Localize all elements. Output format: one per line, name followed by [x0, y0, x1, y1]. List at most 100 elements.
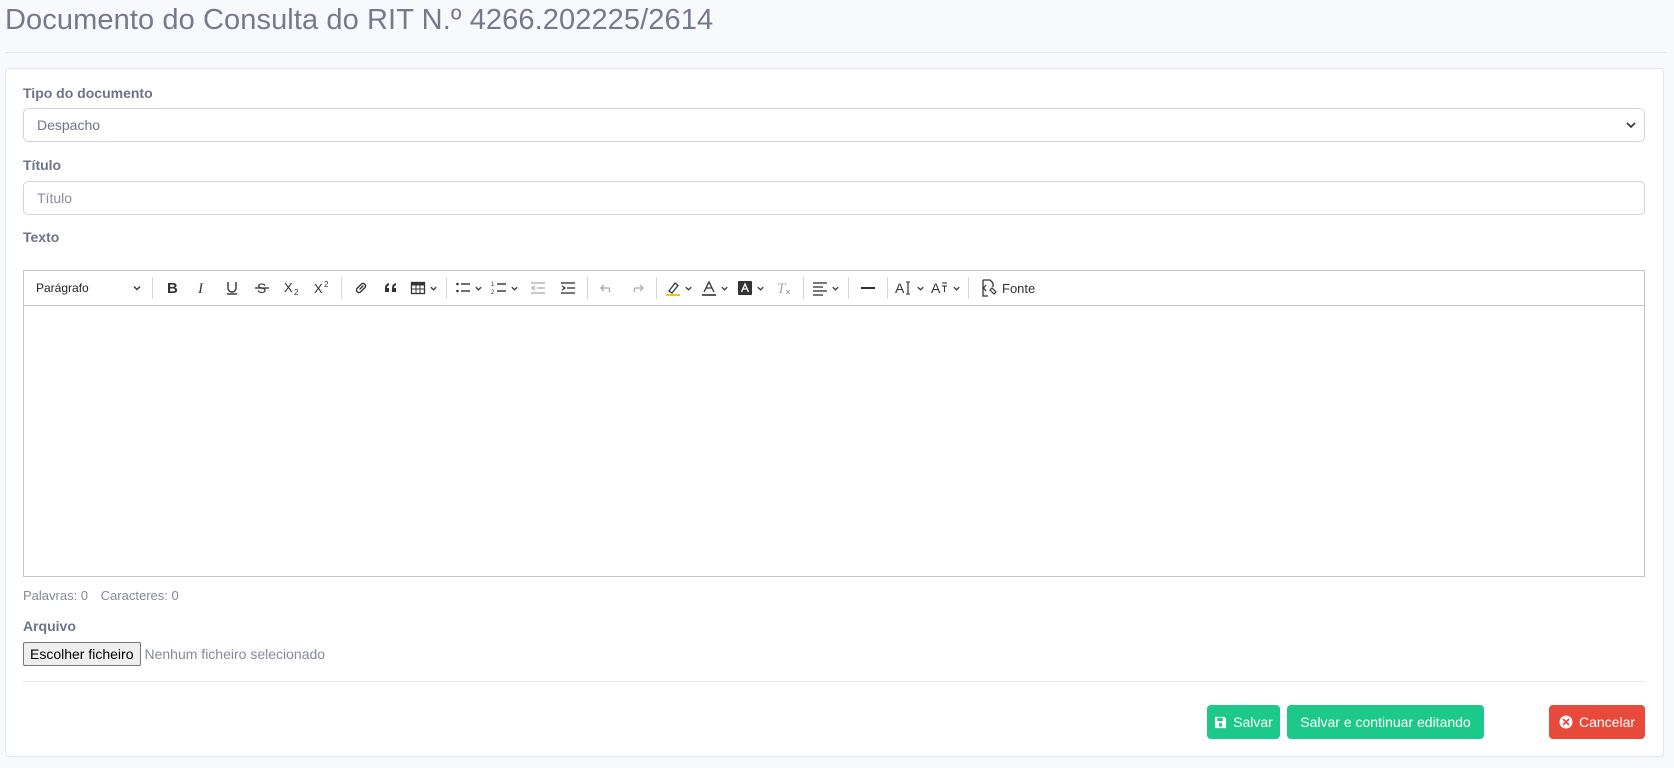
editor-content-area[interactable]: [24, 306, 1644, 577]
texto-label: Texto: [23, 229, 60, 245]
chevron-down-icon: [721, 286, 728, 291]
strikethrough-icon: S: [255, 280, 269, 296]
source-button[interactable]: Fonte: [973, 274, 1041, 302]
save-button-label: Salvar: [1233, 714, 1273, 730]
toolbar-separator: [446, 277, 447, 299]
chevron-down-icon: [511, 286, 518, 291]
word-count: Palavras: 0 Caracteres: 0: [23, 588, 179, 603]
page-title: Documento do Consulta do RIT N.º 4266.20…: [5, 4, 714, 36]
remove-format-button[interactable]: T: [769, 274, 799, 302]
link-button[interactable]: [346, 274, 376, 302]
font-background-color-icon: [738, 281, 752, 295]
arquivo-label: Arquivo: [23, 618, 76, 634]
titulo-input[interactable]: Título: [23, 181, 1645, 215]
toolbar-separator: [803, 277, 804, 299]
editor-toolbar: Parágrafo B I S X2 X2 1 2 T A A Fonte: [24, 271, 1644, 306]
bulleted-list-button[interactable]: [451, 274, 487, 302]
font-background-color-button[interactable]: [733, 274, 769, 302]
superscript-icon: X2: [314, 280, 329, 296]
bulleted-list-icon: [456, 282, 470, 293]
superscript-button[interactable]: X2: [307, 274, 337, 302]
horizontal-line-button[interactable]: [853, 274, 883, 302]
table-icon: [410, 281, 426, 295]
word-count-chars: Caracteres: 0: [100, 588, 179, 603]
svg-text:B: B: [167, 280, 178, 296]
file-input: Escolher ficheiro Nenhum ficheiro seleci…: [23, 642, 325, 666]
subscript-button[interactable]: X2: [277, 274, 307, 302]
indent-button[interactable]: [553, 274, 583, 302]
cancel-button[interactable]: Cancelar: [1549, 705, 1645, 739]
chevron-down-icon: [757, 286, 764, 291]
font-color-button[interactable]: [697, 274, 733, 302]
word-count-words: Palavras: 0: [23, 588, 89, 603]
italic-button[interactable]: I: [187, 274, 217, 302]
alignment-icon: [813, 282, 827, 296]
file-status-text: Nenhum ficheiro selecionado: [144, 646, 326, 662]
bold-icon: B: [167, 280, 178, 296]
chevron-down-icon: [133, 286, 141, 291]
highlight-icon: [666, 282, 680, 296]
footer-divider: [23, 681, 1645, 682]
alignment-button[interactable]: [808, 274, 844, 302]
toolbar-separator: [587, 277, 588, 299]
subscript-icon: X2: [284, 280, 299, 296]
tipo-documento-value: Despacho: [37, 117, 101, 133]
chevron-down-icon: [1624, 118, 1638, 132]
highlight-button[interactable]: [661, 274, 697, 302]
tipo-documento-select[interactable]: Despacho: [23, 108, 1645, 142]
svg-text:1: 1: [491, 282, 495, 288]
chevron-down-icon: [475, 286, 482, 291]
chevron-down-icon: [685, 286, 692, 291]
svg-text:2: 2: [294, 288, 299, 296]
save-button[interactable]: Salvar: [1207, 705, 1280, 739]
svg-text:2: 2: [491, 290, 495, 296]
chevron-down-icon: [832, 286, 839, 291]
svg-text:A: A: [895, 280, 905, 296]
svg-text:2: 2: [324, 280, 329, 289]
svg-text:T: T: [777, 281, 787, 296]
bold-button[interactable]: B: [157, 274, 187, 302]
undo-icon: [600, 284, 611, 293]
source-icon: [982, 279, 997, 297]
heading-dropdown-value: Parágrafo: [36, 281, 89, 295]
tipo-documento-label: Tipo do documento: [23, 85, 153, 101]
svg-text:A: A: [931, 280, 941, 296]
link-icon: [355, 282, 367, 294]
strikethrough-button[interactable]: S: [247, 274, 277, 302]
font-size-button[interactable]: A: [892, 274, 928, 302]
horizontal-line-icon: [861, 287, 875, 289]
indent-icon: [561, 282, 575, 294]
font-size-icon: A: [895, 280, 910, 296]
font-family-button[interactable]: A: [928, 274, 964, 302]
redo-button[interactable]: [622, 274, 652, 302]
italic-icon: I: [197, 281, 204, 296]
title-divider: [5, 52, 1666, 53]
undo-button[interactable]: [592, 274, 622, 302]
underline-button[interactable]: [217, 274, 247, 302]
font-family-icon: A: [931, 280, 947, 296]
chevron-down-icon: [430, 286, 437, 291]
source-button-label: Fonte: [1002, 280, 1036, 296]
chevron-down-icon: [917, 286, 924, 291]
svg-text:X: X: [314, 281, 323, 296]
svg-text:X: X: [284, 280, 293, 295]
titulo-label: Título: [23, 157, 62, 173]
redo-icon: [633, 284, 644, 293]
numbered-list-icon: 12: [491, 282, 506, 296]
chevron-down-icon: [953, 286, 960, 291]
floppy-disk-icon: [1215, 716, 1227, 728]
toolbar-separator: [887, 277, 888, 299]
choose-file-button[interactable]: Escolher ficheiro: [23, 642, 141, 666]
save-continue-button-label: Salvar e continuar editando: [1300, 714, 1471, 730]
toolbar-separator: [848, 277, 849, 299]
toolbar-separator: [152, 277, 153, 299]
blockquote-button[interactable]: [376, 274, 406, 302]
underline-icon: [227, 282, 237, 295]
numbered-list-button[interactable]: 12: [487, 274, 523, 302]
outdent-button[interactable]: [523, 274, 553, 302]
insert-table-button[interactable]: [406, 274, 442, 302]
heading-dropdown[interactable]: Parágrafo: [30, 274, 148, 302]
outdent-icon: [530, 282, 545, 294]
save-continue-button[interactable]: Salvar e continuar editando: [1287, 705, 1484, 739]
rich-text-editor: Parágrafo B I S X2 X2 1 2 T A A Fonte: [23, 270, 1645, 577]
